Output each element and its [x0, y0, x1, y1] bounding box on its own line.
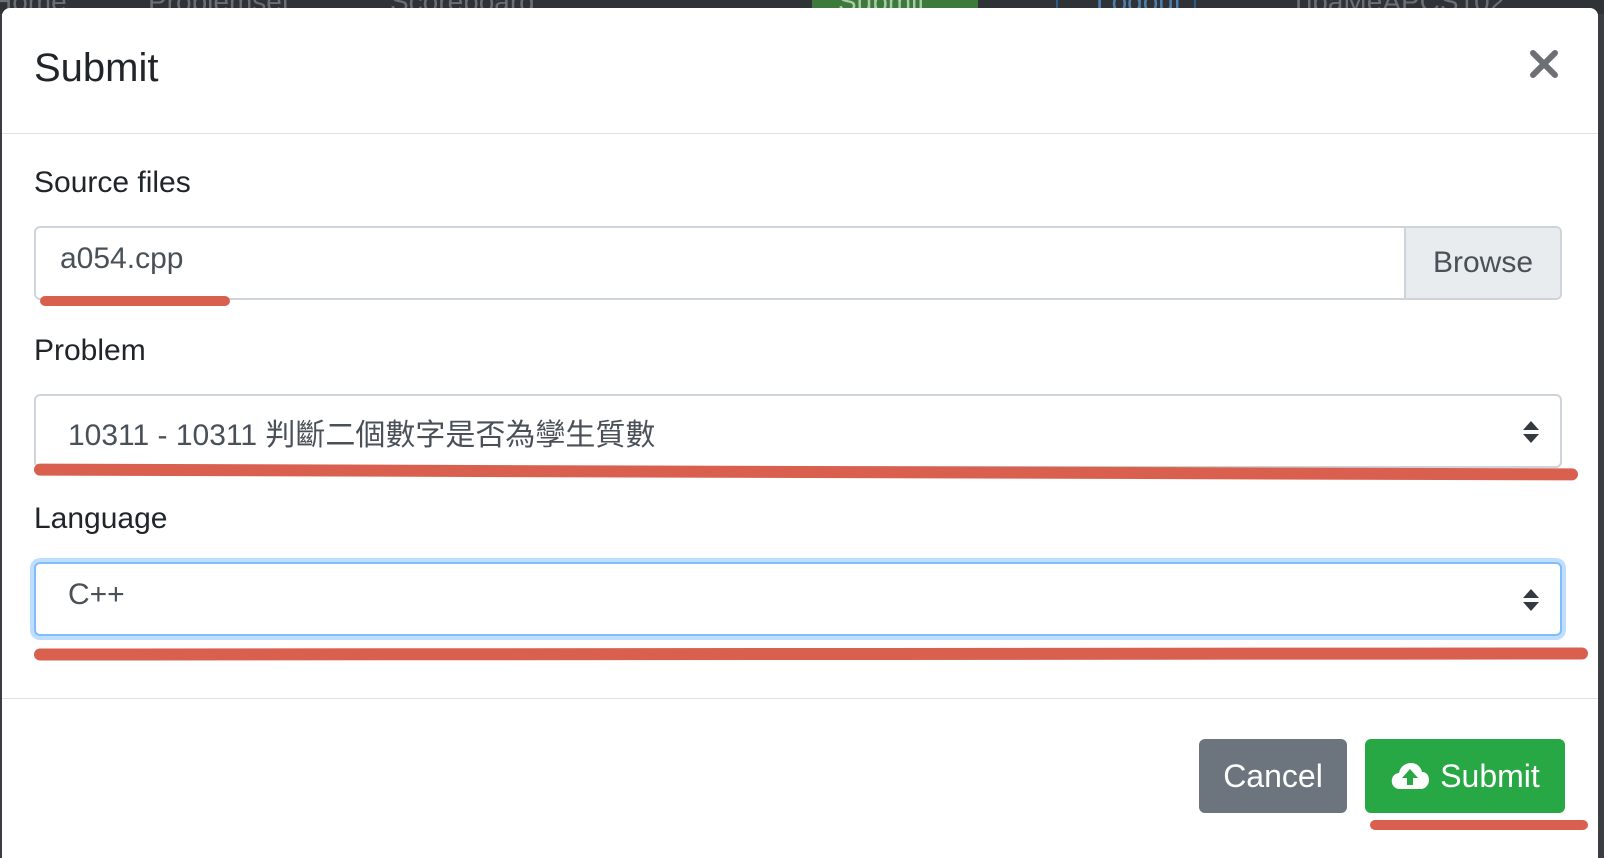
- page: Home Problemset Scoreboard Submit Logout…: [0, 0, 1604, 858]
- background-edge-right: [1598, 14, 1604, 858]
- modal-header: Submit: [2, 8, 1598, 134]
- source-file-input[interactable]: a054.cpp Browse: [34, 226, 1562, 300]
- problem-select[interactable]: 10311 - 10311 判斷二個數字是否為孿生質數: [34, 394, 1562, 468]
- close-icon: [1530, 50, 1558, 78]
- select-arrows-icon: [1523, 421, 1539, 443]
- annotation-underline-language: [33, 647, 1589, 661]
- submit-button-label: Submit: [1440, 757, 1540, 794]
- submit-modal: Submit Source files a054.cpp Browse Prob…: [2, 8, 1598, 858]
- problem-select-value: 10311 - 10311 判斷二個數字是否為孿生質數: [68, 419, 656, 452]
- cancel-button[interactable]: Cancel: [1199, 739, 1347, 813]
- problem-label: Problem: [34, 334, 146, 367]
- language-select-value: C++: [68, 578, 125, 611]
- source-file-name: a054.cpp: [60, 242, 184, 275]
- modal-title: Submit: [34, 46, 159, 90]
- cloud-upload-icon: [1391, 763, 1430, 789]
- browse-button[interactable]: Browse: [1404, 228, 1560, 298]
- annotation-underline-file: [40, 296, 230, 306]
- language-select[interactable]: C++: [34, 562, 1562, 636]
- modal-footer: Cancel Submit: [2, 698, 1598, 858]
- source-files-label: Source files: [34, 166, 191, 199]
- select-arrows-icon: [1523, 589, 1539, 611]
- language-label: Language: [34, 502, 168, 535]
- close-button[interactable]: [1524, 44, 1564, 84]
- submit-button[interactable]: Submit: [1365, 739, 1565, 813]
- annotation-underline-submit: [1370, 820, 1588, 830]
